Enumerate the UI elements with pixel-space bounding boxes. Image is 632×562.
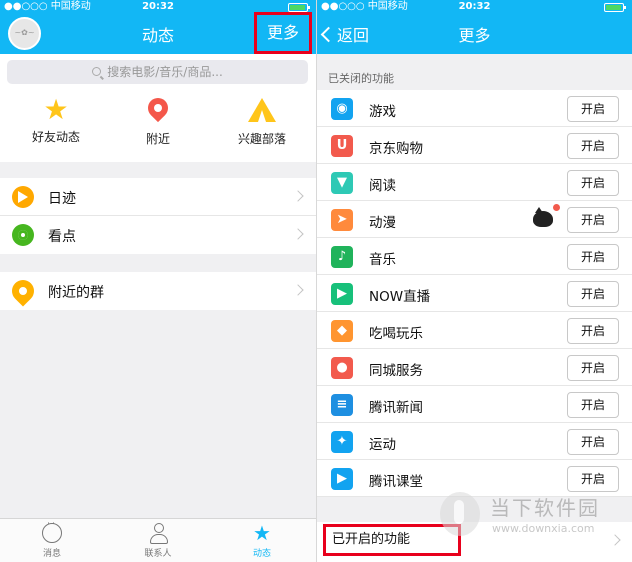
nav-bar: ●●○○○ 中国移动 20:32 返回 更多 xyxy=(317,0,632,54)
cat-mascot-icon xyxy=(533,204,560,227)
feature-name: 动漫 xyxy=(369,215,396,231)
quick-item-label: 兴趣部落 xyxy=(237,132,286,146)
list-group-2: 附近的群 xyxy=(0,272,316,310)
chat-bubble-icon xyxy=(42,522,62,543)
list-item-kandian[interactable]: 看点 xyxy=(0,216,316,254)
feature-name: 腾讯新闻 xyxy=(369,400,423,416)
feature-row: ◉ 游戏 开启 xyxy=(317,90,632,127)
feature-row: ◆ 吃喝玩乐 开启 xyxy=(317,312,632,349)
group-pin-icon xyxy=(7,275,39,307)
quick-item-friends-feed[interactable]: ★ 好友动态 xyxy=(6,96,106,145)
feature-name: 京东购物 xyxy=(369,141,423,157)
quick-entries: ★ 好友动态 附近 兴趣部落 xyxy=(0,90,316,162)
watermark-url: www.downxia.com xyxy=(492,522,595,535)
person-icon xyxy=(148,523,168,544)
enable-button[interactable]: 开启 xyxy=(567,96,619,122)
list-item-nearby-groups[interactable]: 附近的群 xyxy=(0,272,316,310)
news-icon: ≡ xyxy=(331,394,353,416)
list-item-label: 附近的群 xyxy=(48,285,104,301)
classroom-icon: ▶ xyxy=(331,468,353,490)
feature-name: NOW直播 xyxy=(369,289,431,305)
quick-item-nearby[interactable]: 附近 xyxy=(108,93,208,147)
search-placeholder: 搜索电影/音乐/商品... xyxy=(107,65,223,79)
watermark: 当下软件园 www.downxia.com xyxy=(440,488,626,546)
now-live-icon: ▶ xyxy=(331,283,353,305)
list-item-label: 看点 xyxy=(48,229,76,245)
battery-icon xyxy=(288,3,310,12)
enable-button[interactable]: 开启 xyxy=(567,392,619,418)
feature-row: ▶ NOW直播 开启 xyxy=(317,275,632,312)
food-icon: ◆ xyxy=(331,320,353,342)
gamepad-icon: ◉ xyxy=(331,98,353,120)
chevron-right-icon xyxy=(292,228,304,240)
runner-icon: ✦ xyxy=(331,431,353,453)
feature-row: ♪ 音乐 开启 xyxy=(317,238,632,275)
star-icon: ★ xyxy=(253,521,271,545)
feature-row: ➤ 动漫 开启 xyxy=(317,201,632,238)
nav-bar: ●●○○○ 中国移动 20:32 动态 更多 xyxy=(0,0,316,54)
feature-name: 吃喝玩乐 xyxy=(369,326,423,342)
feature-row: ▼ 阅读 开启 xyxy=(317,164,632,201)
enable-button[interactable]: 开启 xyxy=(567,355,619,381)
paper-plane-icon: ➤ xyxy=(331,209,353,231)
quick-item-label: 好友动态 xyxy=(31,130,80,144)
more-screen: ●●○○○ 中国移动 20:32 返回 更多 已关闭的功能 ◉ 游戏 开启 U 京东购物… xyxy=(316,0,632,562)
quick-item-label: 附近 xyxy=(145,132,170,146)
music-leaf-icon: ♪ xyxy=(331,246,353,268)
battery-icon xyxy=(604,3,626,12)
list-group-1: 日迹 看点 xyxy=(0,178,316,254)
feature-row: ✦ 运动 开启 xyxy=(317,423,632,460)
chevron-right-icon xyxy=(292,284,304,296)
tent-icon xyxy=(248,98,276,126)
enable-button[interactable]: 开启 xyxy=(567,281,619,307)
enable-button[interactable]: 开启 xyxy=(567,207,619,233)
quick-item-interest-tribe[interactable]: 兴趣部落 xyxy=(212,96,312,147)
feature-name: 游戏 xyxy=(369,104,396,120)
tab-bar: 消息 联系人 ★ 动态 xyxy=(0,518,316,562)
list-item-label: 日迹 xyxy=(48,191,76,207)
tab-label: 联系人 xyxy=(144,549,172,559)
more-button[interactable]: 更多 xyxy=(254,12,312,54)
eye-icon xyxy=(12,224,34,246)
feature-name: 运动 xyxy=(369,437,396,453)
list-item-riji[interactable]: 日迹 xyxy=(0,178,316,216)
tab-messages[interactable]: 消息 xyxy=(12,522,92,559)
enable-button[interactable]: 开启 xyxy=(567,170,619,196)
feature-row: U 京东购物 开启 xyxy=(317,127,632,164)
jd-shopping-icon: U xyxy=(331,135,353,157)
star-icon: ★ xyxy=(43,93,69,126)
status-time: 20:32 xyxy=(458,1,491,12)
feature-name: 腾讯课堂 xyxy=(369,474,423,490)
feature-list: ◉ 游戏 开启 U 京东购物 开启 ▼ 阅读 开启 ➤ 动漫 开启 ♪ 音乐 开启 ▶ NOW直播 开启 ◆ 吃喝玩乐… xyxy=(317,90,632,497)
play-circle-icon xyxy=(12,186,34,208)
dynamic-screen: ●●○○○ 中国移动 20:32 动态 更多 搜索电影/音乐/商品... ★ 好… xyxy=(0,0,316,562)
status-bar: ●●○○○ 中国移动 20:32 xyxy=(317,0,632,14)
red-dot-badge xyxy=(553,204,560,211)
tab-label: 动态 xyxy=(252,549,271,559)
enable-button[interactable]: 开启 xyxy=(567,244,619,270)
page-title: 更多 xyxy=(458,26,491,45)
enable-button[interactable]: 开启 xyxy=(567,429,619,455)
chevron-right-icon xyxy=(292,190,304,202)
enable-button[interactable]: 开启 xyxy=(567,318,619,344)
location-pin-icon xyxy=(143,93,173,126)
tab-label: 消息 xyxy=(42,549,61,559)
bookmark-icon: ▼ xyxy=(331,172,353,194)
watermark-title: 当下软件园 xyxy=(490,496,600,520)
search-icon xyxy=(92,67,102,76)
tab-dynamic[interactable]: ★ 动态 xyxy=(222,523,302,559)
feature-name: 音乐 xyxy=(369,252,396,268)
balloon-icon: ● xyxy=(331,357,353,379)
search-input[interactable]: 搜索电影/音乐/商品... xyxy=(7,60,308,84)
feature-row: ● 同城服务 开启 xyxy=(317,349,632,386)
feature-row: ≡ 腾讯新闻 开启 xyxy=(317,386,632,423)
feature-name: 同城服务 xyxy=(369,363,423,379)
enable-button[interactable]: 开启 xyxy=(567,133,619,159)
tab-contacts[interactable]: 联系人 xyxy=(118,523,198,559)
closed-features-header: 已关闭的功能 xyxy=(328,72,394,85)
feature-name: 阅读 xyxy=(369,178,396,194)
search-bar: 搜索电影/音乐/商品... xyxy=(0,54,316,90)
watermark-logo-icon xyxy=(440,492,480,536)
